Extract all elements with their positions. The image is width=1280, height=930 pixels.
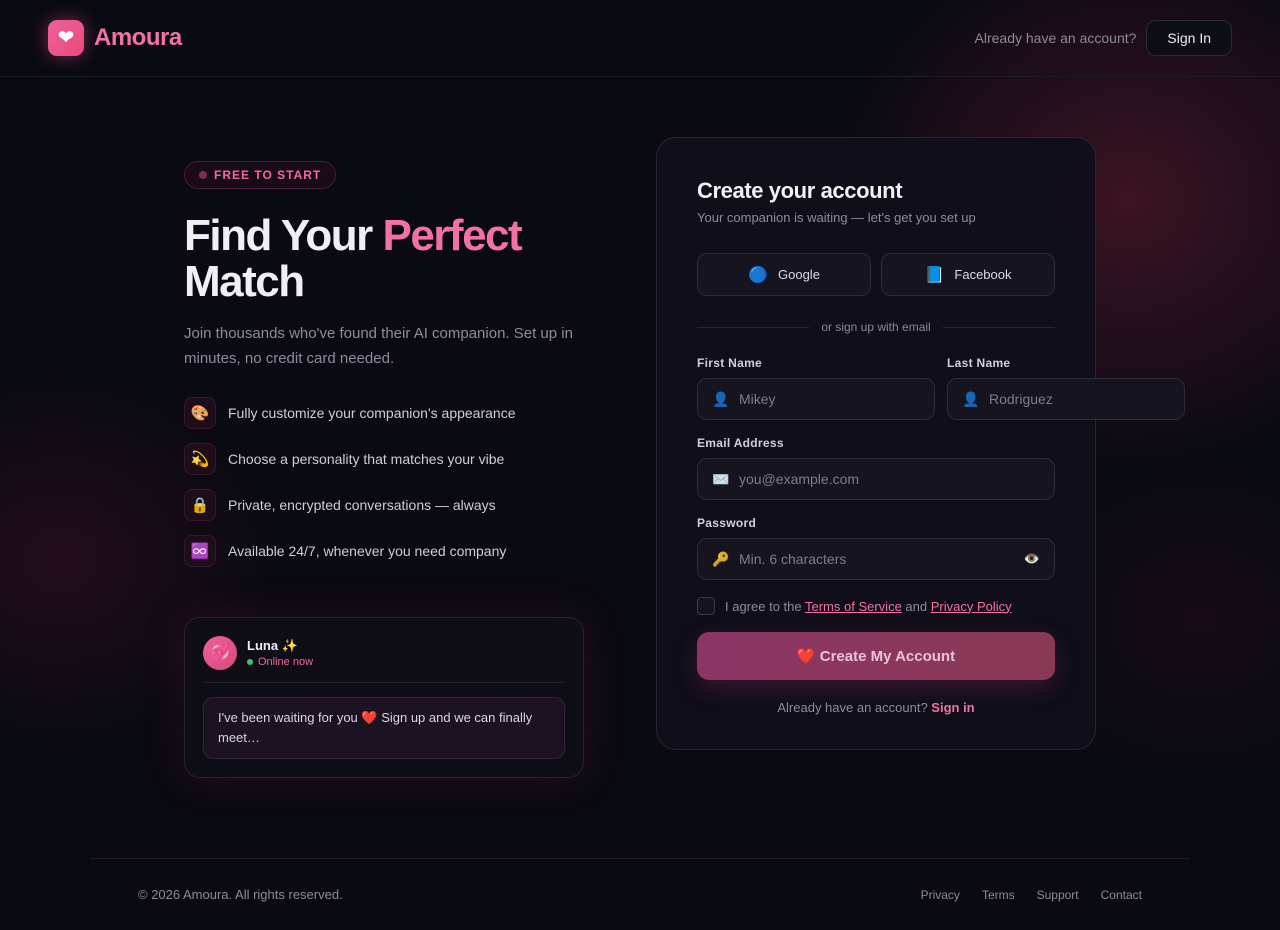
last-name-field: Last Name 👤 xyxy=(947,356,1185,420)
signin-prompt: Already have an account? Sign in xyxy=(697,700,1055,715)
form-title: Create your account xyxy=(697,178,903,203)
hero-section: FREE TO START Find Your Perfect Match Jo… xyxy=(184,161,584,581)
header-actions: Already have an account? Sign In xyxy=(975,20,1232,56)
badge-label: FREE TO START xyxy=(214,168,322,182)
last-name-label: Last Name xyxy=(947,356,1011,370)
feature-text: Fully customize your companion's appeara… xyxy=(228,405,516,421)
copyright: © 2026 Amoura. All rights reserved. xyxy=(138,887,343,902)
companion-name: Luna ✨ xyxy=(247,638,298,653)
brand[interactable]: ❤ Amoura xyxy=(48,20,182,56)
last-name-wrapper: 👤 xyxy=(947,378,1185,420)
infinity-icon: ♾️ xyxy=(184,535,216,567)
online-status: Online now xyxy=(247,656,313,668)
signin-prompt-text: Already have an account? xyxy=(777,700,932,715)
feature-text: Private, encrypted conversations — alway… xyxy=(228,497,496,513)
facebook-button[interactable]: 📘 Facebook xyxy=(881,253,1055,296)
footer-link-contact[interactable]: Contact xyxy=(1101,888,1142,902)
free-badge: FREE TO START xyxy=(184,161,337,189)
agree-text: I agree to the Terms of Service and Priv… xyxy=(725,599,1012,614)
hero-title: Find Your Perfect Match xyxy=(184,213,584,305)
terms-link[interactable]: Terms of Service xyxy=(805,599,902,614)
eye-icon[interactable]: 👁️ xyxy=(1024,551,1040,567)
privacy-link[interactable]: Privacy Policy xyxy=(931,599,1012,614)
password-field: Password 🔑 👁️ xyxy=(697,516,1055,580)
feature-list: 🎨 Fully customize your companion's appea… xyxy=(184,397,584,567)
avatar: 💞 xyxy=(203,636,237,670)
google-icon: 🔵 xyxy=(748,266,768,284)
password-wrapper: 🔑 👁️ xyxy=(697,538,1055,580)
footer-link-terms[interactable]: Terms xyxy=(982,888,1015,902)
feature-text: Available 24/7, whenever you need compan… xyxy=(228,543,507,559)
chat-header: 💞 Luna ✨ Online now xyxy=(203,636,565,683)
online-dot-icon xyxy=(247,659,253,665)
top-nav: ❤ Amoura Already have an account? Sign I… xyxy=(0,0,1280,77)
hero-title-accent: Perfect xyxy=(382,211,522,260)
online-status-label: Online now xyxy=(258,656,314,668)
email-label: Email Address xyxy=(697,436,784,450)
google-button[interactable]: 🔵 Google xyxy=(697,253,871,296)
name-row: First Name 👤 Last Name 👤 xyxy=(697,356,1185,420)
create-account-button[interactable]: ❤️ Create My Account xyxy=(697,632,1055,680)
feature-item: 🔒 Private, encrypted conversations — alw… xyxy=(184,489,584,521)
header-hint: Already have an account? xyxy=(974,30,1137,46)
last-name-input[interactable] xyxy=(989,391,1170,407)
email-wrapper: ✉️ xyxy=(697,458,1055,500)
divider-text: or sign up with email xyxy=(821,320,931,334)
email-divider: or sign up with email xyxy=(697,320,1056,334)
first-name-wrapper: 👤 xyxy=(697,378,935,420)
chat-message: I've been waiting for you ❤️ Sign up and… xyxy=(203,697,565,759)
signup-card: Create your account Your companion is wa… xyxy=(656,137,1185,750)
social-signin: 🔵 Google 📘 Facebook xyxy=(697,253,1055,296)
first-name-label: First Name xyxy=(697,356,763,370)
user-icon: 👤 xyxy=(712,390,730,407)
feature-item: 🎨 Fully customize your companion's appea… xyxy=(184,397,584,429)
dizzy-star-icon: 💫 xyxy=(184,443,216,475)
first-name-field: First Name 👤 xyxy=(697,356,935,420)
key-icon: 🔑 xyxy=(712,550,730,567)
chat-preview-card: 💞 Luna ✨ Online now I've been waiting fo… xyxy=(184,617,584,778)
hero-subtitle: Join thousands who've found their AI com… xyxy=(184,325,573,367)
feature-item: 💫 Choose a personality that matches your… xyxy=(184,443,584,475)
brand-name: Amoura xyxy=(94,24,182,51)
sign-in-link[interactable]: Sign in xyxy=(931,700,974,715)
feature-item: ♾️ Available 24/7, whenever you need com… xyxy=(184,535,584,567)
divider-line xyxy=(942,326,1056,328)
terms-checkbox[interactable] xyxy=(697,597,715,615)
user-icon: 👤 xyxy=(962,390,980,407)
envelope-icon: ✉️ xyxy=(712,470,730,487)
email-field: Email Address ✉️ xyxy=(697,436,1055,500)
footer-link-privacy[interactable]: Privacy xyxy=(921,888,960,902)
sign-in-button[interactable]: Sign In xyxy=(1146,20,1232,56)
lock-icon: 🔒 xyxy=(184,489,216,521)
badge-dot-icon xyxy=(199,171,207,179)
google-label: Google xyxy=(778,267,820,282)
chat-identity: Luna ✨ Online now xyxy=(247,638,313,668)
feature-text: Choose a personality that matches your v… xyxy=(228,451,505,467)
terms-agreement: I agree to the Terms of Service and Priv… xyxy=(697,597,1055,615)
footer-link-support[interactable]: Support xyxy=(1037,888,1079,902)
palette-icon: 🎨 xyxy=(184,397,216,429)
divider-line xyxy=(697,326,810,328)
first-name-input[interactable] xyxy=(739,391,920,407)
hero-title-part1: Find Your xyxy=(184,211,383,260)
form-subtitle: Your companion is waiting — let's get yo… xyxy=(697,210,976,225)
footer-links: Privacy Terms Support Contact xyxy=(921,888,1142,902)
page-footer: © 2026 Amoura. All rights reserved. Priv… xyxy=(90,858,1190,930)
agree-and: and xyxy=(901,598,931,614)
hero-title-part2: Match xyxy=(184,257,305,306)
agree-prefix: I agree to the xyxy=(725,598,805,614)
email-input[interactable] xyxy=(739,471,1040,487)
password-label: Password xyxy=(697,516,757,530)
facebook-label: Facebook xyxy=(954,267,1012,282)
heart-icon: ❤ xyxy=(48,20,84,56)
password-input[interactable] xyxy=(739,551,1016,567)
facebook-icon: 📘 xyxy=(924,266,945,284)
